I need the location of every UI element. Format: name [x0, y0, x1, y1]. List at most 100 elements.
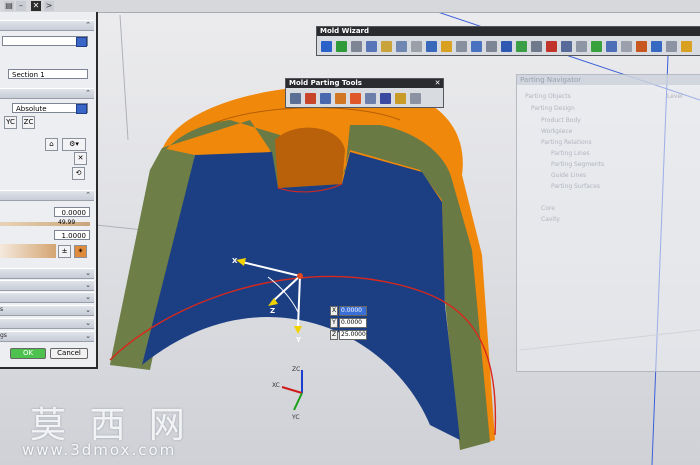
- csys-dialog-icon[interactable]: ⚙▾: [62, 138, 86, 151]
- wcs-zc-label: ZC: [292, 366, 301, 373]
- cooling-icon[interactable]: [546, 41, 557, 52]
- dialog-header-9[interactable]: gs ⌄: [0, 331, 94, 342]
- csys-select[interactable]: Absolute: [12, 103, 88, 114]
- nav-row[interactable]: Parting Surfaces: [551, 183, 600, 190]
- header-9-label: gs: [0, 332, 7, 339]
- dialog-header-7[interactable]: s ⌄: [0, 305, 94, 316]
- unused-parts-icon[interactable]: [666, 41, 677, 52]
- dialog-header-5[interactable]: ⌄: [0, 280, 94, 291]
- plus-minus-icon[interactable]: ±: [58, 245, 71, 258]
- type-select[interactable]: [2, 36, 88, 47]
- slider-lifter-icon[interactable]: [486, 41, 497, 52]
- coord-y: Y 0.0000: [330, 318, 367, 328]
- hole-table-icon[interactable]: [636, 41, 647, 52]
- coord-x-label: X: [330, 306, 338, 316]
- y-axis-arrow-icon: [294, 326, 302, 334]
- nav-row[interactable]: Parting Segments: [551, 161, 604, 168]
- mold-wizard-toolbar: Mold Wizard: [316, 26, 700, 56]
- part-family-icon[interactable]: [336, 41, 347, 52]
- dynamic-csys-triad[interactable]: [228, 252, 318, 347]
- dialog-header-8[interactable]: ⌄: [0, 318, 94, 329]
- curve-surface-icon[interactable]: [305, 93, 316, 104]
- parting-navigator-icon[interactable]: [410, 93, 421, 104]
- nav-row[interactable]: Parting Lines: [551, 150, 590, 157]
- parting-tools-title-text: Mold Parting Tools: [289, 79, 362, 87]
- define-cavity-core-icon[interactable]: [365, 93, 376, 104]
- standard-part-icon[interactable]: [456, 41, 467, 52]
- close-icon[interactable]: ✕: [31, 1, 41, 11]
- offset-slider[interactable]: [0, 222, 90, 226]
- nav-row[interactable]: Guide Lines: [551, 172, 586, 179]
- dialog-header-1[interactable]: ⌃: [0, 20, 94, 31]
- view-manager-icon[interactable]: [651, 41, 662, 52]
- backup-parting-icon[interactable]: [395, 93, 406, 104]
- col-level: Level: [667, 93, 683, 100]
- design-parting-surface-icon[interactable]: [335, 93, 346, 104]
- parting-icon[interactable]: [426, 41, 437, 52]
- slider-value: 49.99: [58, 219, 76, 226]
- trim-icon[interactable]: [576, 41, 587, 52]
- orient-icon[interactable]: ⌂: [45, 138, 58, 151]
- define-region-icon[interactable]: [320, 93, 331, 104]
- nav-row[interactable]: Product Body: [541, 117, 581, 124]
- gate-icon[interactable]: [516, 41, 527, 52]
- watermark-url: www.3dmox.com: [22, 441, 177, 459]
- top-strip: ▤ – ✕ >: [0, 0, 700, 13]
- section-name-field[interactable]: Section 1: [8, 69, 88, 79]
- wcs-xc-label: XC: [272, 382, 280, 389]
- coord-z: Z 25.0000: [330, 330, 367, 340]
- coord-x-input[interactable]: 0.0000: [339, 306, 367, 316]
- mold-wizard-title: Mold Wizard: [317, 27, 700, 36]
- cancel-button[interactable]: Cancel: [50, 348, 88, 359]
- mold-csys-icon[interactable]: [351, 41, 362, 52]
- step-field[interactable]: 1.0000: [54, 230, 90, 240]
- region-analysis-icon[interactable]: [290, 93, 301, 104]
- swap-model-icon[interactable]: [380, 93, 391, 104]
- drawing-icon[interactable]: [621, 41, 632, 52]
- edit-patch-icon[interactable]: [350, 93, 361, 104]
- nav-row[interactable]: Core: [541, 205, 555, 212]
- ejector-pin-icon[interactable]: [471, 41, 482, 52]
- project-init-icon[interactable]: [321, 41, 332, 52]
- snap-icon[interactable]: ✶: [74, 245, 87, 258]
- bom-icon[interactable]: [606, 41, 617, 52]
- dialog-header-2[interactable]: ⌃: [0, 88, 94, 99]
- zc-plane-icon[interactable]: ZC: [22, 116, 35, 129]
- close-icon[interactable]: ✕: [433, 79, 442, 88]
- flip-icon[interactable]: ✕: [74, 152, 87, 165]
- electrode-icon[interactable]: [561, 41, 572, 52]
- workpiece-icon[interactable]: [381, 41, 392, 52]
- dropdown-arrow-icon: [76, 104, 87, 114]
- mold-base-icon[interactable]: [441, 41, 452, 52]
- nav-row[interactable]: Parting Design: [531, 105, 575, 112]
- coord-z-input[interactable]: 25.0000: [339, 330, 367, 340]
- z-axis-arrow-icon: [268, 298, 278, 306]
- nav-row[interactable]: Workpiece: [541, 128, 572, 135]
- cavity-layout-icon[interactable]: [396, 41, 407, 52]
- shrinkage-icon[interactable]: [366, 41, 377, 52]
- coord-y-input[interactable]: 0.0000: [339, 318, 367, 328]
- x-axis-arrow-icon: [236, 258, 246, 266]
- close-project-icon[interactable]: [681, 41, 692, 52]
- minimize-icon[interactable]: –: [16, 1, 26, 11]
- dropdown-arrow-icon: [76, 37, 87, 47]
- coord-x: X 0.0000: [330, 306, 367, 316]
- nav-row[interactable]: Parting Relations: [541, 139, 592, 146]
- xc-plane-icon[interactable]: YC: [4, 116, 17, 129]
- color-bar: [0, 244, 56, 258]
- pocket-icon[interactable]: [591, 41, 602, 52]
- dialog-header-4[interactable]: ⌄: [0, 268, 94, 279]
- parting-navigator-panel: Parting Navigator Parting Objects Level …: [516, 74, 700, 372]
- dialog-header-6[interactable]: ⌄: [0, 292, 94, 303]
- mold-tools-icon[interactable]: [411, 41, 422, 52]
- reset-icon[interactable]: ⟲: [72, 167, 85, 180]
- dialog-header-3[interactable]: ⌃: [0, 190, 94, 201]
- nav-row[interactable]: Cavity: [541, 216, 560, 223]
- sub-insert-icon[interactable]: [501, 41, 512, 52]
- ok-button[interactable]: OK: [10, 348, 46, 359]
- mold-parting-tools-toolbar: Mold Parting Tools ✕: [285, 78, 444, 108]
- dialog-icon[interactable]: ▤: [4, 1, 14, 11]
- runner-icon[interactable]: [531, 41, 542, 52]
- offset-field[interactable]: 0.0000: [54, 207, 90, 217]
- expand-icon[interactable]: >: [44, 1, 54, 11]
